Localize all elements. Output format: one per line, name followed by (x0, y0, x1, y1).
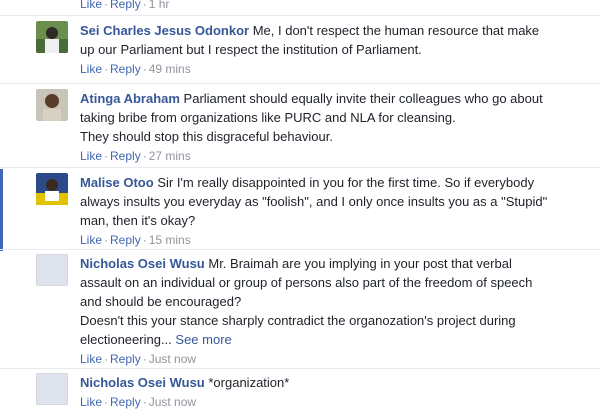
avatar[interactable] (36, 173, 68, 205)
comment-item: Nicholas Osei Wusu *organization* Like · R… (0, 373, 600, 417)
comment-line: Me, I don't respect the human resource t… (252, 23, 540, 38)
avatar-photo-icon (36, 89, 68, 121)
divider (0, 249, 600, 250)
comment-line: assault on an individual or group of per… (80, 275, 533, 290)
avatar-photo-icon (36, 173, 68, 205)
see-more-link[interactable]: See more (175, 332, 231, 347)
default-user-icon (37, 255, 67, 285)
default-user-icon (37, 374, 67, 404)
comment-line: and should be encouraged? (80, 294, 242, 309)
author-name[interactable]: Nicholas Osei Wusu (80, 375, 205, 390)
timestamp[interactable]: 49 mins (149, 62, 191, 76)
comment-text: Nicholas Osei Wusu *organization* (80, 373, 580, 392)
avatar-photo-icon (36, 21, 68, 53)
reply-link[interactable]: Reply (110, 149, 141, 163)
divider (0, 83, 600, 84)
like-link[interactable]: Like (80, 0, 102, 11)
timestamp[interactable]: Just now (149, 395, 196, 409)
comment-body: Nicholas Osei Wusu Mr. Braimah are you i… (80, 254, 580, 367)
comment-actions: Like · Reply · 15 mins (80, 233, 191, 247)
divider (0, 368, 600, 369)
comment-actions: Like · Reply · Just now (80, 395, 197, 409)
comment-body: Like · Reply · 1 hr (80, 0, 580, 12)
reply-link[interactable]: Reply (110, 0, 141, 11)
timestamp[interactable]: Just now (149, 352, 196, 366)
divider (0, 167, 600, 168)
comment-text: Nicholas Osei Wusu Mr. Braimah are you i… (80, 254, 580, 349)
comment-actions: Like · Reply · 1 hr (80, 0, 580, 12)
timestamp[interactable]: 1 hr (149, 0, 170, 11)
comment-actions: Like · Reply · 27 mins (80, 149, 191, 163)
like-link[interactable]: Like (80, 233, 102, 247)
reply-link[interactable]: Reply (110, 62, 141, 76)
avatar[interactable] (36, 21, 68, 53)
author-name[interactable]: Malise Otoo (80, 175, 154, 190)
comment-line: man, then it's okay? (80, 213, 196, 228)
comment-body: Malise Otoo Sir I'm really disappointed … (80, 173, 580, 248)
reply-link[interactable]: Reply (110, 352, 141, 366)
comment-line: They should stop this disgraceful behavi… (80, 129, 333, 144)
author-name[interactable]: Atinga Abraham (80, 91, 180, 106)
like-link[interactable]: Like (80, 149, 102, 163)
comment-line: *organization* (208, 375, 290, 390)
comment-body: Sei Charles Jesus Odonkor Me, I don't re… (80, 21, 580, 77)
timestamp[interactable]: 15 mins (149, 233, 191, 247)
comment-line: always insults you everyday as "foolish"… (80, 194, 548, 209)
avatar-placeholder[interactable] (36, 254, 68, 286)
comment-line: up our Parliament but I respect the inst… (80, 42, 422, 57)
comment-text: Malise Otoo Sir I'm really disappointed … (80, 173, 580, 230)
reply-link[interactable]: Reply (110, 233, 141, 247)
comment-item: Nicholas Osei Wusu Mr. Braimah are you i… (0, 254, 600, 368)
like-link[interactable]: Like (80, 62, 102, 76)
author-name[interactable]: Sei Charles Jesus Odonkor (80, 23, 249, 38)
comment-line: electioneering... (80, 332, 172, 347)
comment-line: Doesn't this your stance sharply contrad… (80, 313, 516, 328)
comment-actions: Like · Reply · Just now (80, 352, 197, 366)
comment-text: Atinga Abraham Parliament should equally… (80, 89, 580, 146)
like-link[interactable]: Like (80, 395, 102, 409)
comment-actions: Like · Reply · 49 mins (80, 62, 191, 76)
comment-item: Sei Charles Jesus Odonkor Me, I don't re… (0, 21, 600, 79)
comment-text: Sei Charles Jesus Odonkor Me, I don't re… (80, 21, 580, 59)
like-link[interactable]: Like (80, 352, 102, 366)
avatar[interactable] (36, 89, 68, 121)
comment-body: Nicholas Osei Wusu *organization* Like · R… (80, 373, 580, 410)
comment-item-new: Malise Otoo Sir I'm really disappointed … (0, 169, 600, 251)
comment-line: Parliament should equally invite their c… (183, 91, 543, 106)
comment-thread: Like · Reply · 1 hr Sei Charles Jesus Odonko… (0, 0, 600, 417)
avatar-placeholder[interactable] (36, 373, 68, 405)
comment-line: Sir I'm really disappointed in you for t… (157, 175, 535, 190)
timestamp[interactable]: 27 mins (149, 149, 191, 163)
comment-body: Atinga Abraham Parliament should equally… (80, 89, 580, 164)
comment-line: taking bribe from organizations like PUR… (80, 110, 456, 125)
author-name[interactable]: Nicholas Osei Wusu (80, 256, 205, 271)
reply-link[interactable]: Reply (110, 395, 141, 409)
divider (0, 15, 600, 16)
comment-item: Atinga Abraham Parliament should equally… (0, 89, 600, 165)
comment-line: Mr. Braimah are you implying in your pos… (208, 256, 512, 271)
